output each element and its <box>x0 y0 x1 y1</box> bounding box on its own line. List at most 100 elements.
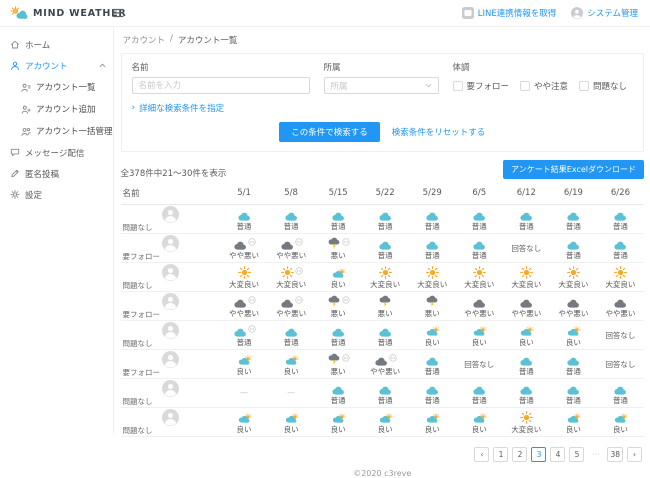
sidebar-subitem[interactable]: アカウント一覧 <box>0 76 113 98</box>
name-field-group: 名前 <box>132 61 310 94</box>
account-cell: 問題なし <box>121 205 221 234</box>
weather-cell: やや悪い <box>597 292 644 321</box>
header-actions: LINE連携情報を取得 システム管理 <box>462 7 638 19</box>
next-page-button[interactable]: › <box>627 447 642 462</box>
weather-label: 悪い <box>315 368 362 376</box>
page-button[interactable]: 1 <box>493 447 508 462</box>
dark-cloud-icon <box>233 299 247 308</box>
weather-label: 普通 <box>456 252 503 260</box>
weather-cell: やや悪い <box>268 292 315 321</box>
sidebar-toggle-icon[interactable] <box>112 8 124 18</box>
cloud-icon <box>378 241 392 250</box>
page-button[interactable]: 4 <box>550 447 565 462</box>
condition-checkbox[interactable]: やや注意 <box>520 80 568 92</box>
date-column-header: 6/19 <box>550 184 597 205</box>
weather-cell: 普通 <box>597 234 644 263</box>
sun-cloud-icon <box>566 413 581 424</box>
sidebar-item[interactable]: アカウント <box>0 55 113 76</box>
weather-cell: 大変良い <box>550 263 597 292</box>
weather-label: 普通 <box>550 368 597 376</box>
weather-cell: 普通 <box>268 205 315 234</box>
sidebar-item[interactable]: ホーム <box>0 34 113 55</box>
reset-search-link[interactable]: 検索条件をリセットする <box>392 126 486 138</box>
sun-icon <box>238 266 251 279</box>
weather-label: 良い <box>409 339 456 347</box>
dept-select[interactable]: 所属 <box>324 77 439 94</box>
comment-bubble-icon <box>342 296 350 304</box>
cloud-icon <box>425 386 439 395</box>
checkbox-box-icon <box>453 81 463 91</box>
condition-field-group: 体調 要フォローやや注意問題なし <box>453 61 628 94</box>
sun-cloud-icon <box>519 326 534 337</box>
weather-label: 普通 <box>362 339 409 347</box>
search-button[interactable]: この条件で検索する <box>279 122 380 142</box>
weather-label: 良い <box>550 339 597 347</box>
page-button[interactable]: 38 <box>607 447 623 462</box>
weather-cell: 良い <box>456 321 503 350</box>
weather-cell: 良い <box>550 321 597 350</box>
avatar <box>162 264 179 281</box>
checkbox-label: 問題なし <box>593 80 627 92</box>
weather-cell: 良い <box>221 350 268 379</box>
weather-cell: 良い <box>268 408 315 437</box>
page-button[interactable]: 3 <box>531 447 546 462</box>
weather-label: 悪い <box>362 310 409 318</box>
weather-label: 普通 <box>315 223 362 231</box>
advanced-search-link[interactable]: › 詳細な検索条件を指定 <box>132 102 633 114</box>
weather-label: やや悪い <box>550 310 597 318</box>
page-button[interactable]: 2 <box>512 447 527 462</box>
cloud-icon <box>237 212 251 221</box>
avatar <box>162 380 179 397</box>
breadcrumb-parent[interactable]: アカウント <box>123 34 166 46</box>
weather-cell: やや悪い <box>268 234 315 263</box>
comment-bubble-icon <box>248 238 256 246</box>
table-body: 問題なし普通普通普通普通普通普通普通普通普通要フォローやや悪いやや悪い悪い普通普… <box>121 205 644 437</box>
cloud-icon <box>519 386 533 395</box>
sun-icon <box>567 266 580 279</box>
account-cell: 要フォロー <box>121 292 221 321</box>
weather-label: 悪い <box>315 252 362 260</box>
cloud-icon <box>425 241 439 250</box>
table-row: 要フォロー良い良い悪いやや悪い普通回答なし普通普通回答なし <box>121 350 644 379</box>
weather-label: やや悪い <box>597 310 644 318</box>
sidebar-subitem[interactable]: アカウント追加 <box>0 98 113 120</box>
page-button[interactable]: 5 <box>569 447 584 462</box>
sidebar-subitem-label: アカウント追加 <box>36 103 96 115</box>
sidebar-item[interactable]: 設定 <box>0 184 113 205</box>
date-column-header: 5/1 <box>221 184 268 205</box>
sidebar-item[interactable]: 匿名投稿 <box>0 163 113 184</box>
app-logo: MIND WEATHER <box>10 6 98 21</box>
weather-cell: 普通 <box>503 205 550 234</box>
cloud-icon <box>613 212 627 221</box>
status-label: 要フォロー <box>121 311 221 319</box>
sidebar-item[interactable]: メッセージ配信 <box>0 142 113 163</box>
sun-cloud-icon <box>378 413 393 424</box>
table-header-row: 名前 5/15/85/155/225/296/56/126/196/26 <box>121 184 644 205</box>
weather-label: 大変良い <box>503 281 550 289</box>
sun-icon <box>426 266 439 279</box>
condition-checkbox[interactable]: 要フォロー <box>453 80 510 92</box>
cloud-icon <box>472 212 486 221</box>
weather-cell: やや悪い <box>221 292 268 321</box>
weather-cell: 大変良い <box>503 408 550 437</box>
weather-cell: 普通 <box>550 350 597 379</box>
name-input[interactable] <box>132 77 310 94</box>
line-fetch-button[interactable]: LINE連携情報を取得 <box>462 7 556 19</box>
prev-page-button[interactable]: ‹ <box>474 447 489 462</box>
weather-cell: 普通 <box>597 379 644 408</box>
excel-download-button[interactable]: アンケート結果Excelダウンロード <box>503 160 644 179</box>
table-row: 問題なし普通普通普通普通普通普通普通普通普通 <box>121 205 644 234</box>
weather-cell: 普通 <box>362 205 409 234</box>
storm-cloud-icon <box>425 295 439 308</box>
weather-label: 大変良い <box>268 281 315 289</box>
storm-cloud-icon <box>378 295 392 308</box>
condition-checkbox[interactable]: 問題なし <box>579 80 627 92</box>
weather-label: 普通 <box>409 368 456 376</box>
table-row: 問題なし普通普通普通普通良い良い良い良い回答なし <box>121 321 644 350</box>
admin-menu[interactable]: システム管理 <box>571 7 638 19</box>
footer-copyright: ©2020 c3reve <box>121 469 644 478</box>
sidebar-subitem[interactable]: アカウント一括管理 <box>0 120 113 142</box>
weather-label: 普通 <box>597 397 644 405</box>
gear-icon <box>10 189 20 200</box>
chevron-down-icon <box>425 83 432 88</box>
